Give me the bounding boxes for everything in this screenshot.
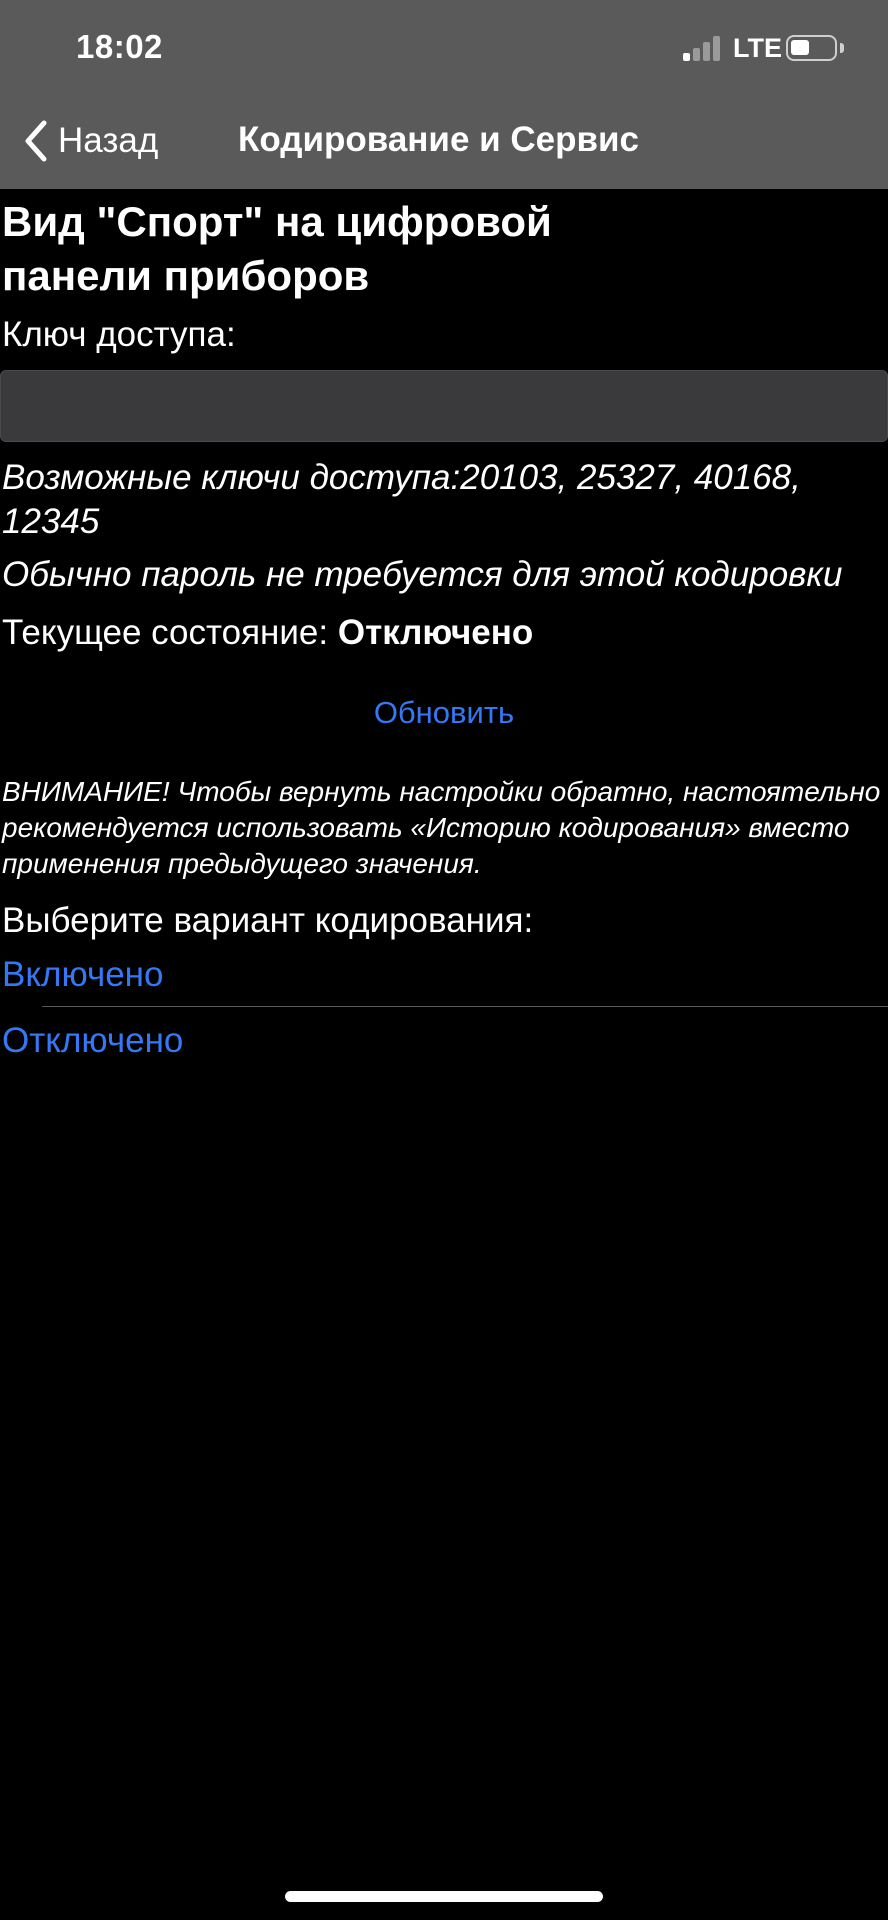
back-button[interactable]: Назад: [24, 116, 158, 166]
current-state-label: Текущее состояние:: [2, 613, 329, 652]
battery-level: [791, 40, 809, 55]
password-note: Обычно пароль не требуется для этой коди…: [2, 555, 843, 594]
option-disabled[interactable]: Отключено: [2, 1021, 183, 1061]
back-label: Назад: [58, 121, 159, 160]
battery-icon: [786, 35, 837, 61]
signal-bar: [683, 53, 690, 61]
page-title: Вид "Спорт" на цифровой панели приборов: [2, 198, 552, 299]
signal-icon: [683, 35, 723, 61]
network-type: LTE: [733, 33, 782, 63]
navigation-bar: Назад Кодирование и Сервис: [0, 98, 888, 189]
chevron-left-icon: [24, 120, 48, 162]
top-bar: 18:02 LTE Назад Кодирование и Сервис: [0, 0, 888, 189]
option-enabled[interactable]: Включено: [2, 955, 163, 995]
signal-bar: [703, 42, 710, 61]
nav-title: Кодирование и Сервис: [238, 120, 639, 159]
current-state: Текущее состояние: Отключено: [2, 613, 533, 653]
battery-tip: [840, 43, 844, 53]
possible-keys-text: Возможные ключи доступа:20103, 25327, 40…: [2, 458, 801, 541]
home-indicator[interactable]: [285, 1891, 603, 1902]
current-state-value: Отключено: [337, 613, 534, 652]
access-key-input[interactable]: [0, 370, 888, 442]
status-time: 18:02: [76, 28, 163, 65]
divider: [42, 1006, 888, 1007]
choose-option-label: Выберите вариант кодирования:: [2, 901, 534, 940]
status-bar: 18:02 LTE: [0, 0, 888, 98]
signal-bar: [713, 36, 720, 61]
warning-text: ВНИМАНИЕ! Чтобы вернуть настройки обратн…: [2, 776, 881, 879]
refresh-button[interactable]: Обновить: [0, 695, 888, 731]
signal-bar: [693, 48, 700, 61]
access-key-label: Ключ доступа:: [2, 315, 236, 354]
